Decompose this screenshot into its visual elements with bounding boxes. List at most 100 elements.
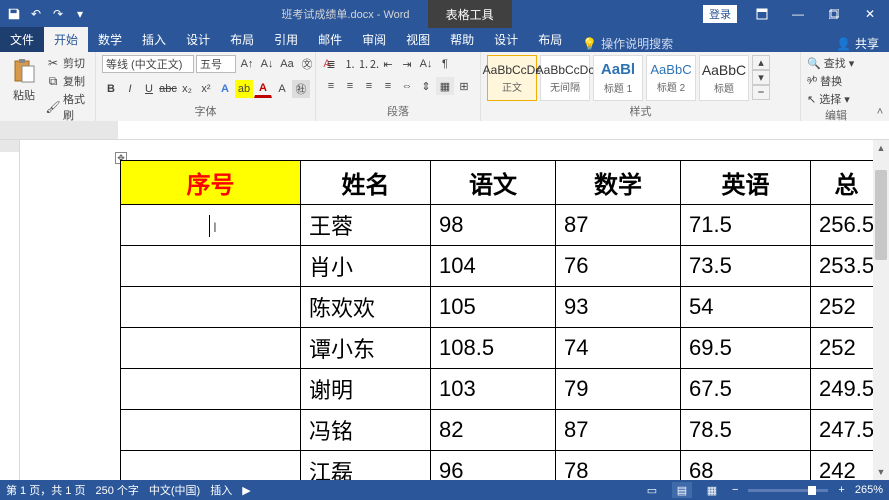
tell-me-search[interactable]: 💡操作说明搜索	[582, 35, 673, 52]
table-cell[interactable]: 78.5	[681, 410, 811, 451]
table-row[interactable]: 谢明1037967.5249.5	[121, 369, 883, 410]
line-spacing-button[interactable]: ⇕	[417, 77, 435, 95]
table-cell[interactable]: 252	[811, 328, 883, 369]
sort-button[interactable]: A↓	[417, 55, 435, 73]
style-heading2[interactable]: AaBbC标题 2	[646, 55, 696, 101]
multilevel-button[interactable]: ⒈⒉	[360, 55, 378, 73]
tab-mail[interactable]: 邮件	[308, 27, 352, 52]
char-border-button[interactable]: A	[273, 80, 291, 98]
font-color-button[interactable]: A	[254, 80, 272, 98]
superscript-button[interactable]: x²	[197, 80, 215, 98]
table-cell[interactable]: 76	[556, 246, 681, 287]
table-row[interactable]: 肖小1047673.5253.5	[121, 246, 883, 287]
table-row[interactable]: 冯铭828778.5247.5	[121, 410, 883, 451]
undo-icon[interactable]: ↶	[26, 4, 46, 24]
table-cell[interactable]: I	[121, 205, 301, 246]
table-cell[interactable]: 冯铭	[301, 410, 431, 451]
save-icon[interactable]	[4, 4, 24, 24]
table-cell[interactable]: 96	[431, 451, 556, 481]
tab-design[interactable]: 设计	[176, 27, 220, 52]
table-cell[interactable]	[121, 451, 301, 481]
table-cell[interactable]: 71.5	[681, 205, 811, 246]
table-cell[interactable]: 104	[431, 246, 556, 287]
table-row[interactable]: I王蓉988771.5256.5	[121, 205, 883, 246]
read-mode-icon[interactable]: ▭	[642, 482, 662, 498]
score-table[interactable]: 序号 姓名 语文 数学 英语 总 I王蓉988771.5256.5肖小10476…	[120, 160, 883, 480]
header-chinese[interactable]: 语文	[431, 161, 556, 205]
borders-button[interactable]: ⊞	[455, 77, 473, 95]
table-cell[interactable]: 242	[811, 451, 883, 481]
zoom-level[interactable]: 265%	[855, 484, 883, 496]
highlight-button[interactable]: ab	[235, 80, 253, 98]
header-name[interactable]: 姓名	[301, 161, 431, 205]
tab-review[interactable]: 审阅	[352, 27, 396, 52]
table-row[interactable]: 谭小东108.57469.5252	[121, 328, 883, 369]
copy-button[interactable]: ⧉复制	[46, 73, 89, 89]
table-cell[interactable]: 108.5	[431, 328, 556, 369]
indent-dec-button[interactable]: ⇤	[379, 55, 397, 73]
table-row[interactable]: 江磊967868242	[121, 451, 883, 481]
maximize-icon[interactable]	[817, 2, 851, 26]
language-indicator[interactable]: 中文(中国)	[149, 482, 200, 498]
italic-button[interactable]: I	[121, 80, 139, 98]
style-nospacing[interactable]: AaBbCcDc无间隔	[540, 55, 590, 101]
font-family-select[interactable]: 等线 (中文正文)	[102, 55, 194, 73]
table-cell[interactable]	[121, 246, 301, 287]
table-cell[interactable]	[121, 287, 301, 328]
vertical-scrollbar[interactable]: ▲ ▼	[873, 140, 889, 480]
table-cell[interactable]: 78	[556, 451, 681, 481]
scroll-down-icon[interactable]: ▼	[873, 464, 889, 480]
shading-button[interactable]: ▦	[436, 77, 454, 95]
font-size-select[interactable]: 五号	[196, 55, 236, 73]
table-cell[interactable]: 79	[556, 369, 681, 410]
paste-button[interactable]: 粘贴	[6, 55, 42, 105]
show-marks-button[interactable]: ¶	[436, 55, 454, 73]
justify-button[interactable]: ≡	[379, 77, 397, 95]
page[interactable]: ✥ 序号 姓名 语文 数学 英语 总 I王蓉988771.5256.5肖小104…	[20, 158, 889, 480]
strike-button[interactable]: abc	[159, 80, 177, 98]
align-right-button[interactable]: ≡	[360, 77, 378, 95]
style-heading1[interactable]: AaBl标题 1	[593, 55, 643, 101]
horizontal-ruler[interactable]	[0, 122, 889, 140]
table-cell[interactable]: 谭小东	[301, 328, 431, 369]
table-cell[interactable]: 王蓉	[301, 205, 431, 246]
word-count[interactable]: 250 个字	[95, 482, 138, 498]
table-cell[interactable]: 69.5	[681, 328, 811, 369]
change-case-button[interactable]: Aa	[278, 55, 296, 73]
format-painter-button[interactable]: 🖌格式刷	[46, 91, 89, 123]
table-row[interactable]: 陈欢欢1059354252	[121, 287, 883, 328]
table-cell[interactable]: 54	[681, 287, 811, 328]
style-scroll-down-icon[interactable]: ▾	[752, 70, 770, 85]
table-cell[interactable]: 256.5	[811, 205, 883, 246]
table-cell[interactable]: 江磊	[301, 451, 431, 481]
style-gallery-more-icon[interactable]: ⎯	[752, 85, 770, 100]
style-normal[interactable]: AaBbCcDc正文	[487, 55, 537, 101]
table-cell[interactable]: 陈欢欢	[301, 287, 431, 328]
tab-view[interactable]: 视图	[396, 27, 440, 52]
table-cell[interactable]: 82	[431, 410, 556, 451]
table-cell[interactable]: 247.5	[811, 410, 883, 451]
insert-mode[interactable]: 插入	[210, 482, 232, 498]
cut-button[interactable]: ✂剪切	[46, 55, 89, 71]
tab-table-design[interactable]: 设计	[484, 27, 528, 52]
table-cell[interactable]: 谢明	[301, 369, 431, 410]
close-icon[interactable]: ✕	[853, 2, 887, 26]
phonetic-button[interactable]: ㉆	[298, 55, 316, 73]
web-layout-icon[interactable]: ▦	[702, 482, 722, 498]
header-math[interactable]: 数学	[556, 161, 681, 205]
vertical-ruler[interactable]	[0, 140, 20, 480]
zoom-out-icon[interactable]: −	[732, 484, 738, 496]
bullets-button[interactable]: ≣	[322, 55, 340, 73]
style-gallery[interactable]: AaBbCcDc正文 AaBbCcDc无间隔 AaBl标题 1 AaBbC标题 …	[487, 55, 770, 101]
table-cell[interactable]: 249.5	[811, 369, 883, 410]
select-button[interactable]: ↖选择▾	[807, 91, 854, 107]
header-english[interactable]: 英语	[681, 161, 811, 205]
ribbon-display-options-icon[interactable]	[745, 2, 779, 26]
tab-layout[interactable]: 布局	[220, 27, 264, 52]
tab-insert[interactable]: 插入	[132, 27, 176, 52]
zoom-thumb[interactable]	[808, 486, 816, 495]
align-left-button[interactable]: ≡	[322, 77, 340, 95]
header-total[interactable]: 总	[811, 161, 883, 205]
numbering-button[interactable]: ⒈	[341, 55, 359, 73]
table-cell[interactable]: 252	[811, 287, 883, 328]
